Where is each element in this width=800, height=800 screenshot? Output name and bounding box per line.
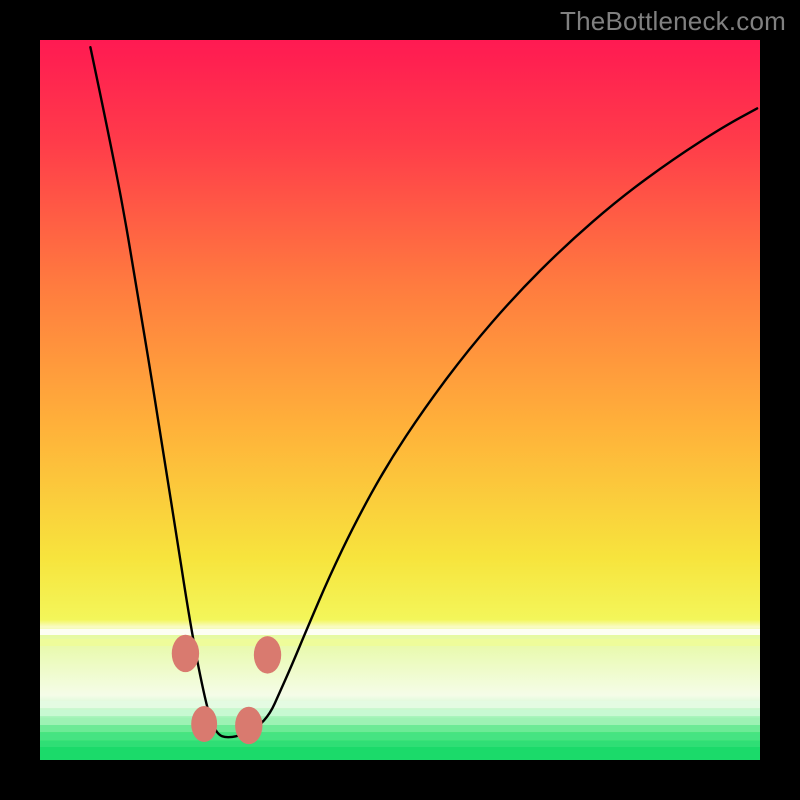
marker-dot — [254, 636, 281, 673]
watermark-text: TheBottleneck.com — [560, 6, 786, 37]
marker-dot — [235, 707, 262, 744]
marker-layer — [40, 40, 760, 760]
marker-dot — [172, 635, 199, 672]
chart-frame: TheBottleneck.com — [0, 0, 800, 800]
plot-area — [40, 40, 760, 760]
marker-dot — [191, 706, 217, 742]
markers-group — [172, 635, 281, 744]
